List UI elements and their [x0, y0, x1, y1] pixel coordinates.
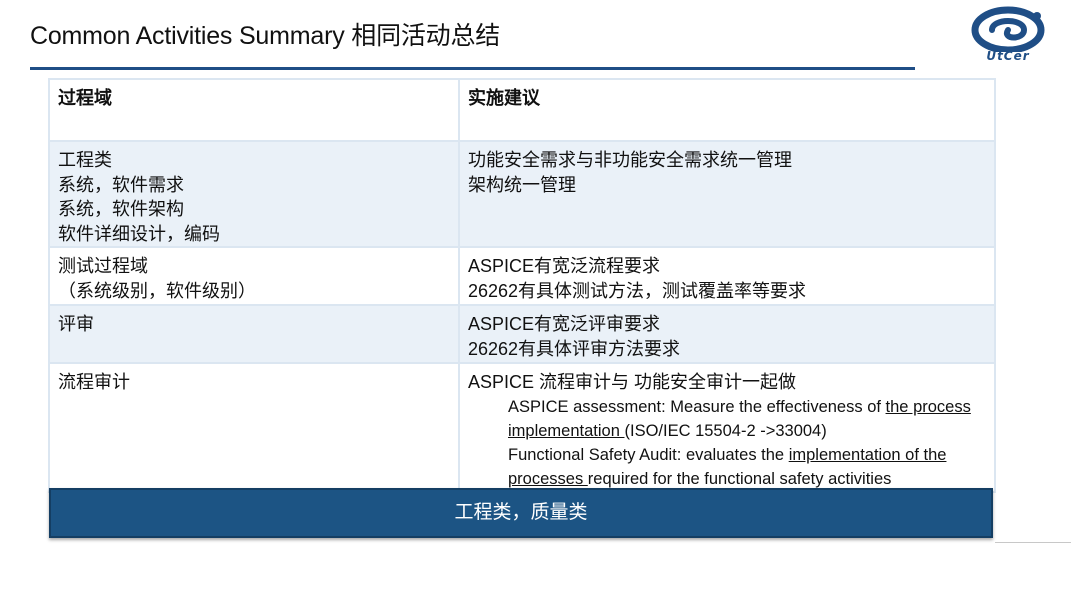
cell-line: ASPICE有宽泛评审要求: [468, 314, 661, 334]
footer-divider: [995, 542, 1071, 543]
cell-advice: ASPICE有宽泛流程要求 26262有具体测试方法，测试覆盖率等要求: [458, 246, 996, 306]
cell-line: 流程审计: [58, 372, 130, 392]
safety-audit-note: Functional Safety Audit: evaluates the i…: [468, 443, 986, 491]
header-implementation-advice: 实施建议: [458, 78, 996, 142]
cell-line: 测试过程域: [58, 256, 148, 276]
logo-text: UtCer: [986, 49, 1030, 63]
cell-advice: 功能安全需求与非功能安全需求统一管理 架构统一管理: [458, 140, 996, 248]
assessment-suffix: (ISO/IEC 15504-2 ->33004): [624, 421, 827, 440]
cell-line: ASPICE 流程审计与 功能安全审计一起做: [468, 372, 797, 392]
cell-advice: ASPICE 流程审计与 功能安全审计一起做 ASPICE assessment…: [458, 362, 996, 493]
cell-line: （系统级别，软件级别）: [58, 280, 256, 301]
table-row: 工程类 系统，软件需求 系统，软件架构 软件详细设计，编码 功能安全需求与非功能…: [48, 140, 996, 248]
cell-process-domain: 工程类 系统，软件需求 系统，软件架构 软件详细设计，编码: [48, 140, 460, 248]
table-row: 测试过程域 （系统级别，软件级别） ASPICE有宽泛流程要求 26262有具体…: [48, 246, 996, 306]
cell-line: 软件详细设计，编码: [58, 223, 220, 244]
cell-process-domain: 测试过程域 （系统级别，软件级别）: [48, 246, 460, 306]
audit-prefix: Functional Safety Audit: evaluates the: [508, 445, 789, 464]
utcer-logo-icon: UtCer: [962, 6, 1054, 68]
assessment-prefix: ASPICE assessment: Measure the effective…: [508, 397, 886, 416]
summary-banner: 工程类，质量类: [49, 488, 993, 538]
page-title: Common Activities Summary 相同活动总结: [30, 22, 501, 50]
cell-line: 架构统一管理: [468, 174, 576, 195]
cell-line: 系统，软件需求: [58, 174, 184, 195]
cell-line: 工程类: [58, 150, 112, 170]
cell-line: 26262有具体测试方法，测试覆盖率等要求: [468, 280, 807, 301]
cell-line: 评审: [58, 314, 94, 334]
table-header-row: 过程域 实施建议: [48, 78, 996, 142]
audit-suffix: required for the functional safety activ…: [587, 469, 892, 488]
cell-process-domain: 评审: [48, 304, 460, 364]
table-row: 评审 ASPICE有宽泛评审要求 26262有具体评审方法要求: [48, 304, 996, 364]
table-row: 流程审计 ASPICE 流程审计与 功能安全审计一起做 ASPICE asses…: [48, 362, 996, 493]
title-divider: [30, 67, 915, 70]
header-process-domain: 过程域: [48, 78, 460, 142]
cell-line: 26262有具体评审方法要求: [468, 338, 681, 359]
cell-advice: ASPICE有宽泛评审要求 26262有具体评审方法要求: [458, 304, 996, 364]
cell-process-domain: 流程审计: [48, 362, 460, 493]
cell-line: 系统，软件架构: [58, 199, 184, 219]
cell-line: 功能安全需求与非功能安全需求统一管理: [468, 150, 792, 170]
aspice-assessment-note: ASPICE assessment: Measure the effective…: [468, 395, 986, 443]
summary-table: 过程域 实施建议 工程类 系统，软件需求 系统，软件架构 软件详细设计，编码 功…: [48, 78, 996, 493]
cell-line: ASPICE有宽泛流程要求: [468, 256, 661, 276]
